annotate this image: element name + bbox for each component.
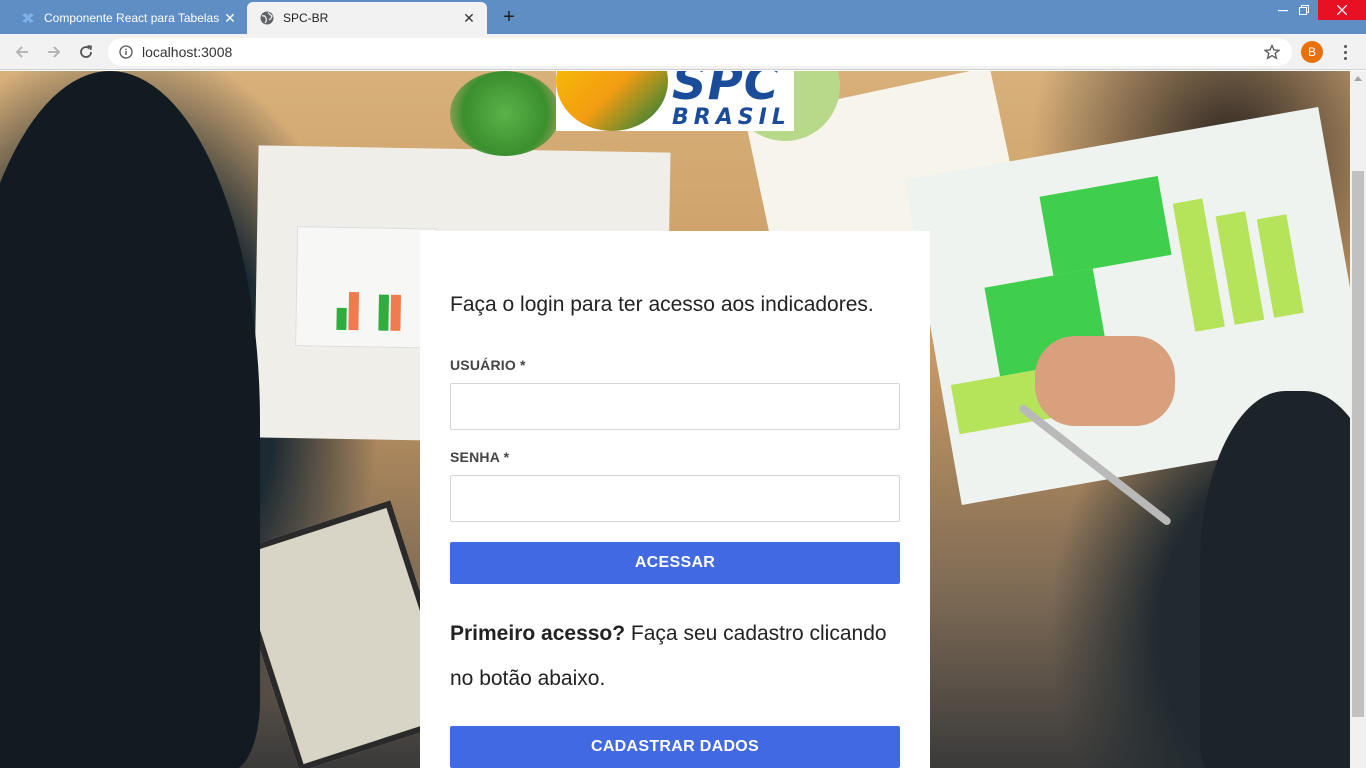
tab-componente-react[interactable]: Componente React para Tabelas ✕	[8, 2, 248, 34]
tab-title: Componente React para Tabelas	[44, 11, 220, 25]
spc-brasil-logo: SPC BRASIL	[556, 71, 794, 131]
reload-button[interactable]	[74, 40, 98, 64]
first-access-text: Primeiro acesso? Faça seu cadastro clica…	[450, 611, 910, 701]
logo-text-brasil: BRASIL	[672, 105, 791, 130]
username-label: USUÁRIO *	[450, 357, 526, 373]
page-scrollbar[interactable]	[1350, 71, 1366, 768]
background-person-right	[1200, 391, 1350, 768]
tab-title: SPC-BR	[283, 11, 329, 25]
scroll-up-arrow-icon[interactable]	[1354, 76, 1362, 81]
close-window-button[interactable]	[1318, 0, 1366, 20]
forward-button[interactable]	[42, 40, 66, 64]
close-tab-icon[interactable]: ✕	[459, 8, 479, 28]
new-tab-button[interactable]: +	[498, 7, 520, 29]
arrow-left-icon	[15, 46, 28, 58]
login-button[interactable]: ACESSAR	[450, 542, 900, 584]
reload-icon	[80, 45, 93, 58]
globe-icon	[259, 10, 275, 26]
bookmark-star-icon[interactable]	[1262, 42, 1282, 62]
profile-avatar[interactable]: B	[1301, 41, 1323, 63]
arrow-right-icon	[48, 46, 61, 58]
close-tab-icon[interactable]: ✕	[220, 8, 240, 28]
address-bar[interactable]: localhost:3008	[108, 38, 1292, 66]
logo-swoosh	[556, 71, 668, 131]
address-url: localhost:3008	[142, 44, 233, 60]
browser-toolbar: localhost:3008 B	[0, 34, 1366, 70]
background-hand	[1035, 336, 1175, 426]
login-card: Faça o login para ter acesso aos indicad…	[420, 231, 930, 768]
page-viewport: SPC BRASIL Faça o login para ter acesso …	[0, 71, 1350, 768]
username-input[interactable]	[450, 383, 900, 430]
background-person-left	[0, 71, 260, 768]
react-docs-icon	[20, 10, 36, 26]
password-input[interactable]	[450, 475, 900, 522]
signup-button[interactable]: CADASTRAR DADOS	[450, 726, 900, 768]
first-access-bold: Primeiro acesso?	[450, 622, 626, 645]
password-label: SENHA *	[450, 449, 510, 465]
login-heading: Faça o login para ter acesso aos indicad…	[450, 293, 874, 316]
scrollbar-thumb[interactable]	[1352, 171, 1364, 717]
back-button[interactable]	[10, 40, 34, 64]
tab-spc-br[interactable]: SPC-BR ✕	[247, 2, 487, 34]
tab-strip: Componente React para Tabelas ✕ SPC-BR ✕…	[0, 0, 1366, 34]
browser-menu-icon[interactable]	[1336, 42, 1354, 62]
background-plant	[450, 71, 560, 156]
info-icon[interactable]	[118, 44, 134, 60]
